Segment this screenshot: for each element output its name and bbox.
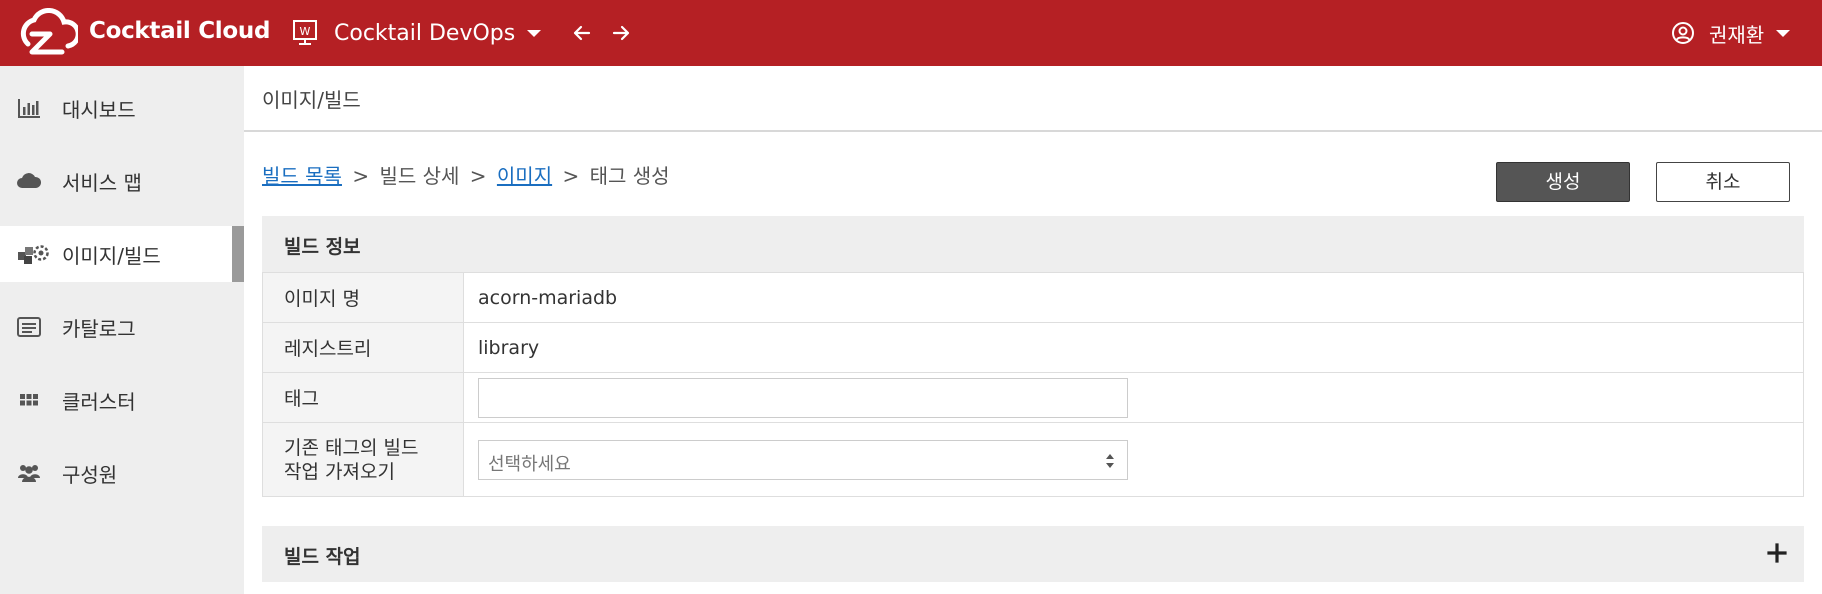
- sidebar-item-label: 대시보드: [62, 97, 136, 122]
- tag-input[interactable]: [478, 377, 1128, 418]
- sidebar-item-image-build[interactable]: 이미지/빌드: [0, 226, 244, 282]
- page-title: 이미지/빌드: [262, 88, 361, 112]
- sidebar-item-dashboard[interactable]: 대시보드: [0, 80, 244, 136]
- workspace-name: Cocktail DevOps: [334, 20, 516, 46]
- breadcrumb-build-detail: 빌드 상세: [379, 164, 460, 188]
- workspace-selector[interactable]: W Cocktail DevOps: [292, 16, 542, 50]
- image-name-value: acorn-mariadb: [463, 272, 1804, 323]
- chevron-down-icon: [527, 29, 542, 37]
- workspace-icon: W: [293, 20, 317, 45]
- back-arrow-icon[interactable]: [567, 18, 597, 48]
- registry-value: library: [463, 322, 1804, 373]
- plus-icon[interactable]: [1766, 542, 1788, 564]
- sidebar-item-cluster[interactable]: 클러스터: [0, 372, 244, 428]
- import-build-select[interactable]: 선택하세요: [478, 439, 1128, 480]
- sidebar-item-members[interactable]: 구성원: [0, 445, 244, 501]
- bar-chart-icon: [18, 99, 40, 118]
- section-title: 빌드 작업: [284, 546, 361, 568]
- breadcrumb-separator: >: [469, 164, 487, 188]
- table-row: 레지스트리 library: [262, 322, 1804, 373]
- breadcrumb-link-build-list[interactable]: 빌드 목록: [262, 164, 342, 188]
- page-title-bar: 이미지/빌드: [244, 66, 1822, 132]
- cocktail-cloud-logo-icon[interactable]: [18, 8, 78, 58]
- sidebar-item-label: 카탈로그: [62, 316, 136, 341]
- select-placeholder: 선택하세요: [488, 453, 571, 475]
- breadcrumb-current: 태그 생성: [589, 164, 670, 188]
- build-info-header: 빌드 정보: [262, 216, 1804, 272]
- svg-text:W: W: [300, 25, 311, 38]
- build-info-table: 이미지 명 acorn-mariadb 레지스트리 library 태그 기존 …: [262, 272, 1804, 497]
- user-name: 권재환: [1709, 22, 1765, 47]
- build-jobs-header[interactable]: 빌드 작업: [262, 526, 1804, 582]
- user-menu[interactable]: 권재환: [1671, 16, 1791, 50]
- create-button[interactable]: 생성: [1496, 162, 1630, 202]
- tag-label: 태그: [262, 372, 464, 423]
- sidebar-item-catalog[interactable]: 카탈로그: [0, 299, 244, 355]
- user-circle-icon: [1672, 22, 1694, 44]
- tag-cell: [463, 372, 1804, 423]
- sidebar-item-service-map[interactable]: 서비스 맵: [0, 153, 244, 209]
- image-name-label: 이미지 명: [262, 272, 464, 323]
- list-card-icon: [17, 317, 41, 337]
- section-title: 빌드 정보: [284, 236, 361, 258]
- cubes-gear-icon: [18, 245, 49, 264]
- breadcrumb: 빌드 목록 > 빌드 상세 > 이미지 > 태그 생성: [262, 160, 670, 189]
- import-build-label-line2: 작업 가져오기: [284, 460, 395, 483]
- chevron-down-icon: [1776, 29, 1791, 37]
- sidebar-item-label: 이미지/빌드: [62, 243, 161, 268]
- import-build-label-line1: 기존 태그의 빌드: [284, 436, 419, 459]
- users-icon: [18, 465, 40, 482]
- table-row: 기존 태그의 빌드 작업 가져오기 선택하세요: [262, 422, 1804, 497]
- registry-label: 레지스트리: [262, 322, 464, 373]
- cancel-button[interactable]: 취소: [1656, 162, 1790, 202]
- forward-arrow-icon[interactable]: [606, 18, 636, 48]
- sidebar: 대시보드 서비스 맵 이미지/빌드 카탈로그 클러스터 구성원: [0, 66, 244, 594]
- grid-icon: [20, 394, 38, 406]
- cloud-icon: [17, 173, 42, 188]
- select-arrows-icon: [1106, 453, 1114, 468]
- top-navbar: Cocktail Cloud W Cocktail DevOps 권재환: [0, 0, 1822, 66]
- import-build-label: 기존 태그의 빌드 작업 가져오기: [262, 422, 464, 497]
- table-row: 이미지 명 acorn-mariadb: [262, 272, 1804, 323]
- sidebar-item-label: 구성원: [62, 462, 118, 487]
- breadcrumb-separator: >: [562, 164, 580, 188]
- breadcrumb-separator: >: [352, 164, 370, 188]
- sidebar-item-label: 클러스터: [62, 389, 136, 414]
- breadcrumb-link-image[interactable]: 이미지: [497, 164, 552, 188]
- import-build-cell: 선택하세요: [463, 422, 1804, 497]
- sidebar-item-label: 서비스 맵: [62, 170, 142, 195]
- table-row: 태그: [262, 372, 1804, 423]
- brand-name[interactable]: Cocktail Cloud: [89, 18, 270, 44]
